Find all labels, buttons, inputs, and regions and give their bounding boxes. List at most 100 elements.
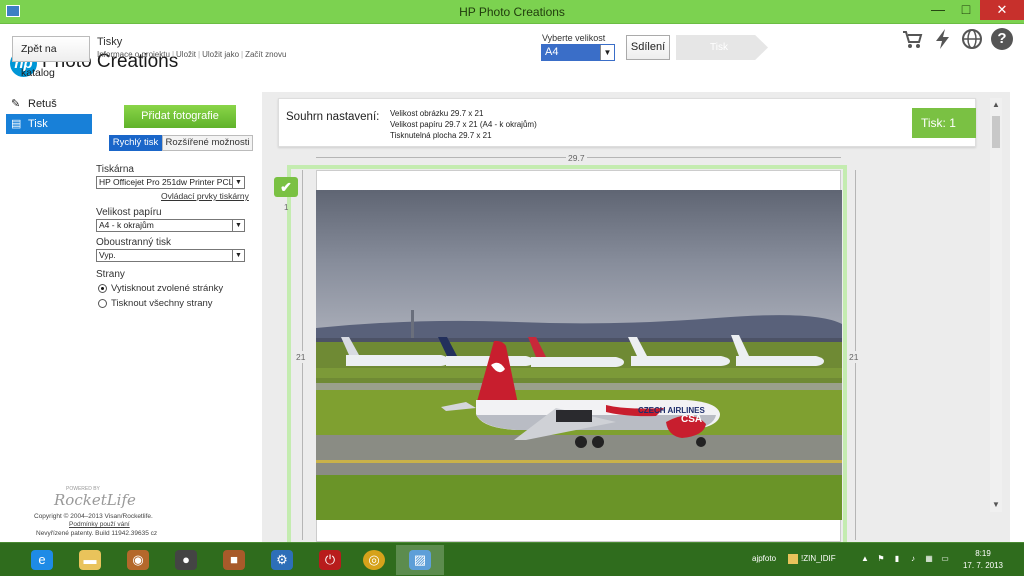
tail-logo-text: CSA xyxy=(681,414,702,425)
summary-paper-size: Velikost papíru 29.7 x 21 (A4 - k okrajů… xyxy=(390,120,537,129)
window-title: HP Photo Creations xyxy=(459,5,565,19)
taskbar-photo-creations[interactable]: ▨ xyxy=(396,545,444,575)
project-title: Tisky xyxy=(97,36,123,48)
radio-print-all[interactable]: Tisknout všechny strany xyxy=(98,298,213,309)
radio-dot xyxy=(98,299,107,308)
folder-icon: ▬ xyxy=(79,550,101,570)
left-nav: ✎ Retuš ▤ Tisk xyxy=(0,92,92,542)
close-button[interactable]: ✕ xyxy=(980,0,1024,20)
summary-label: Souhrn nastavení: xyxy=(286,111,380,123)
radio-label: Tisknout všechny strany xyxy=(111,298,213,309)
help-icon[interactable]: ? xyxy=(991,28,1013,50)
nav-item-label: Retuš xyxy=(28,98,57,110)
page-marker: 1 xyxy=(284,203,289,212)
photo-preview[interactable]: CZECH AIRLINES CSA xyxy=(316,190,842,520)
width-dimension-label: 29.7 xyxy=(566,153,587,163)
pages-label: Strany xyxy=(96,269,125,280)
paper-size-label: Velikost papíru xyxy=(96,207,162,218)
taskbar-clock[interactable]: 8:19 17. 7. 2013 xyxy=(962,548,1004,572)
chevron-down-icon: ▼ xyxy=(232,250,244,261)
taskbar-chrome[interactable]: ◎ xyxy=(350,545,398,575)
project-info-link[interactable]: Informace o projektu xyxy=(97,50,170,59)
radio-print-selected[interactable]: Vytisknout zvolené stránky xyxy=(98,283,223,294)
size-select-value: A4 xyxy=(545,46,559,58)
clock-time: 8:19 xyxy=(975,549,991,558)
printer-controls-link[interactable]: Ovládací prvky tiskárny xyxy=(161,191,249,201)
size-select[interactable]: A4 ▼ xyxy=(541,44,615,61)
taskbar-app-7[interactable]: ⏻ xyxy=(306,545,354,575)
speaker-icon: ● xyxy=(175,550,197,570)
tab-quick-print[interactable]: Rychlý tisk xyxy=(109,135,162,151)
preview-scrollbar[interactable]: ▲ ▼ xyxy=(990,98,1002,512)
duplex-value: Vyp. xyxy=(99,250,116,260)
ie-icon: e xyxy=(31,550,53,570)
maximize-button[interactable]: □ xyxy=(952,0,980,20)
settings-summary: Souhrn nastavení: Velikost obrázku 29.7 … xyxy=(278,98,976,147)
airplane-photo: CZECH AIRLINES CSA xyxy=(316,190,842,520)
taskbar-explorer[interactable]: ▬ xyxy=(66,545,114,575)
tray-flag-icon[interactable]: ⚑ xyxy=(876,554,886,564)
scroll-up-icon[interactable]: ▲ xyxy=(990,98,1002,112)
taskbar-app-6[interactable]: ⚙ xyxy=(258,545,306,575)
share-button[interactable]: Sdílení xyxy=(626,35,670,60)
globe-icon[interactable] xyxy=(961,28,983,50)
summary-printable-area: Tisknutelná plocha 29.7 x 21 xyxy=(390,131,492,140)
power-icon: ⏻ xyxy=(319,550,341,570)
paper-size-value: A4 - k okrajům xyxy=(99,220,154,230)
printer-icon: ▤ xyxy=(11,118,22,130)
title-bar: HP Photo Creations — □ ✕ xyxy=(0,0,1024,24)
minimize-button[interactable]: — xyxy=(924,0,952,20)
save-link[interactable]: Uložit xyxy=(176,50,196,59)
nav-item-print[interactable]: ▤ Tisk xyxy=(6,114,92,134)
scroll-down-icon[interactable]: ▼ xyxy=(990,498,1002,512)
checkmark-icon[interactable]: ✔ xyxy=(274,177,298,197)
printer-label: Tiskárna xyxy=(96,164,134,175)
nav-item-label: Tisk xyxy=(28,118,48,130)
chrome-icon: ◎ xyxy=(363,550,385,570)
project-links: Informace o projektu | Uložit | Uložit jako |… xyxy=(97,50,287,59)
tray-folder-icon xyxy=(788,554,798,564)
save-as-link[interactable]: Uložit jako xyxy=(202,50,239,59)
chevron-down-icon: ▼ xyxy=(232,220,244,231)
tab-advanced-options[interactable]: Rozšířené možnosti xyxy=(162,135,253,151)
duplex-select[interactable]: Vyp. ▼ xyxy=(96,249,245,262)
brush-icon: ✎ xyxy=(11,98,21,110)
tray-battery-icon[interactable]: ▭ xyxy=(940,554,950,564)
taskbar-app-3[interactable]: ◉ xyxy=(114,545,162,575)
radio-label: Vytisknout zvolené stránky xyxy=(111,283,224,294)
nav-item-retouch[interactable]: ✎ Retuš xyxy=(6,94,92,114)
start-over-link[interactable]: Začít znovu xyxy=(245,50,286,59)
print-button[interactable]: Tisk xyxy=(676,35,768,60)
tray-network-icon[interactable]: ▮ xyxy=(892,554,902,564)
back-to-catalog-button[interactable]: Zpět na katalog xyxy=(12,36,90,79)
cart-icon[interactable] xyxy=(902,28,924,50)
duplex-label: Oboustranný tisk xyxy=(96,237,172,248)
tray-chevron-icon[interactable]: ▲ xyxy=(860,554,870,564)
taskbar-ie[interactable]: e xyxy=(18,545,66,575)
copyright-text: Copyright © 2004–2013 Visan/Rocketlife. xyxy=(34,513,153,520)
paper-size-select[interactable]: A4 - k okrajům ▼ xyxy=(96,219,245,232)
printer-select-value: HP Officejet Pro 251dw Printer PCL 6 xyxy=(99,177,241,187)
taskbar-app-4[interactable]: ● xyxy=(162,545,210,575)
scrollbar-thumb[interactable] xyxy=(992,116,1000,148)
app-icon: ■ xyxy=(223,550,245,570)
tray-volume-icon[interactable]: ♪ xyxy=(908,554,918,564)
app-icon: ◉ xyxy=(127,550,149,570)
tray-folder[interactable]: !ZIN_IDIF xyxy=(801,554,836,563)
summary-image-size: Velikost obrázku 29.7 x 21 xyxy=(390,109,484,118)
taskbar: e ▬ ◉ ● ■ ⚙ ⏻ ◎ ▨ ajpfoto !ZIN_IDIF ▲ ⚑ … xyxy=(0,542,1024,576)
terms-link[interactable]: Podmínky použí vání xyxy=(69,521,130,528)
build-text: Nevyřízené patenty. Build 11942.39635 cz xyxy=(36,530,158,537)
clock-date: 17. 7. 2013 xyxy=(962,561,1004,570)
tray-user[interactable]: ajpfoto xyxy=(752,554,776,563)
settings-icon: ⚙ xyxy=(271,550,293,570)
taskbar-app-5[interactable]: ■ xyxy=(210,545,258,575)
photo-icon: ▨ xyxy=(409,550,431,570)
chevron-down-icon: ▼ xyxy=(600,45,614,60)
bolt-icon[interactable] xyxy=(932,28,954,50)
size-label: Vyberte velikost xyxy=(542,33,606,43)
printer-select[interactable]: HP Officejet Pro 251dw Printer PCL 6 ▼ xyxy=(96,176,245,189)
add-photos-button[interactable]: Přidat fotografie xyxy=(124,105,236,128)
tray-keyboard-icon[interactable]: ▦ xyxy=(924,554,934,564)
print-count-button[interactable]: Tisk: 1 xyxy=(912,108,976,138)
